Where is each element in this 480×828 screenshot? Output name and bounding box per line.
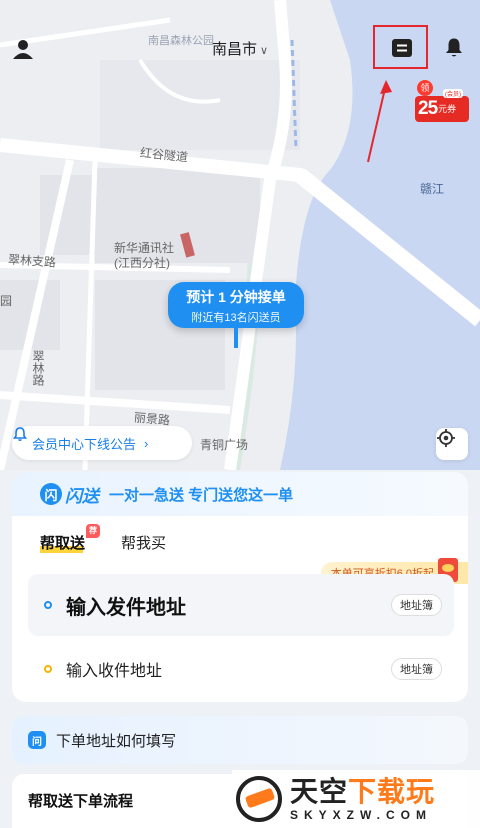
brand-slogan: 一对一急送 专门送您这一单 — [109, 486, 294, 504]
locate-button[interactable] — [436, 428, 468, 460]
watermark-text-a: 天空 — [290, 776, 349, 807]
city-name: 南昌市 — [211, 41, 257, 58]
map-label-river: 赣江 — [420, 182, 445, 196]
tab-buy-for-me[interactable]: 帮我买 — [121, 532, 166, 553]
chevron-down-icon: ∨ — [259, 45, 269, 57]
sender-dot-icon — [44, 601, 52, 609]
tab-pickup-delivery-label: 帮取送 — [40, 535, 86, 552]
coupon-tag: (会员) — [443, 89, 463, 98]
card-header: 闪 闪送 一对一急送 专门送您这一单 — [12, 472, 468, 516]
watermark-text-b: 下载玩 — [348, 776, 436, 807]
coupon-prefix: 领 — [417, 80, 433, 96]
announcement-bar[interactable]: 会员中心下线公告 › — [12, 426, 192, 460]
order-card: 闪 闪送 一对一急送 专门送您这一单 帮取送 荐 帮我买 本单可享折扣6.0折起… — [12, 472, 468, 702]
bell-icon[interactable] — [441, 35, 467, 61]
watermark-logo-icon — [236, 776, 282, 822]
eta-subtitle: 附近有13名闪送员 — [191, 312, 281, 324]
sender-address-field[interactable]: 输入发件地址 地址簿 — [28, 574, 454, 636]
receiver-address-book-button[interactable]: 地址簿 — [391, 658, 442, 680]
eta-title: 预计 1 分钟接单 — [186, 289, 286, 305]
address-help-banner[interactable]: 问 下单地址如何填写 — [12, 716, 468, 764]
map-label-park-2: 园 — [0, 294, 13, 308]
sender-address-book-button[interactable]: 地址簿 — [391, 594, 442, 616]
service-tabs: 帮取送 荐 帮我买 — [40, 524, 166, 553]
brand-mark-icon: 闪 — [40, 483, 62, 505]
annotation-highlight-box — [373, 25, 428, 69]
sender-address-placeholder: 输入发件地址 — [66, 596, 186, 619]
map-label-building-2: (江西分社) — [114, 256, 170, 270]
brand-logo: 闪 闪送 — [40, 482, 99, 507]
map-label-road-1: 翠林支路 — [7, 252, 57, 270]
receiver-address-placeholder: 输入收件地址 — [66, 663, 163, 680]
coupon-amount: 25 — [418, 98, 438, 119]
watermark-domain: SKYXZW.COM — [290, 808, 433, 822]
question-icon: 问 — [28, 731, 46, 749]
bell-outline-icon — [12, 427, 28, 441]
coupon-body: 25 元券 — [415, 96, 469, 122]
announcement-text: 会员中心下线公告 — [32, 436, 137, 452]
address-help-text: 下单地址如何填写 — [56, 732, 177, 750]
site-watermark: 天空下载玩 SKYXZW.COM — [232, 770, 480, 828]
location-pin — [234, 328, 238, 348]
crosshair-icon — [437, 429, 455, 447]
order-flow-title: 帮取送下单流程 — [28, 793, 134, 810]
chevron-right-icon: › — [144, 435, 149, 451]
brand-name: 闪送 — [65, 486, 99, 506]
receiver-address-field[interactable]: 输入收件地址 地址簿 — [28, 648, 454, 690]
receiver-dot-icon — [44, 665, 52, 673]
map-label-road-2: 翠林路 — [31, 350, 45, 386]
coupon-badge[interactable]: 领 25 元券 (会员) — [415, 80, 470, 126]
recommend-badge: 荐 — [86, 524, 100, 538]
tab-pickup-delivery[interactable]: 帮取送 荐 — [40, 524, 100, 553]
coupon-unit: 元券 — [438, 104, 457, 114]
eta-bubble: 预计 1 分钟接单 附近有13名闪送员 — [168, 282, 304, 328]
map-label-plaza: 青铜广场 — [200, 438, 249, 452]
top-bar: 南昌市 ∨ 领 25 元券 (会员) — [0, 0, 480, 122]
